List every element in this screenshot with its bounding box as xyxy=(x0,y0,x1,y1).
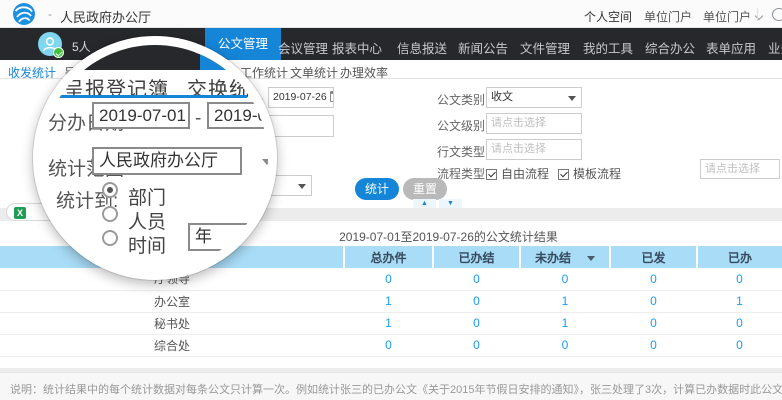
doc-type-label: 公文类别: xyxy=(437,91,488,108)
table-row: 秘书处 1 0 1 0 0 xyxy=(0,312,782,334)
col-sent: 已发 xyxy=(610,246,697,268)
stat-link[interactable]: 1 xyxy=(562,316,569,330)
stat-link[interactable]: 0 xyxy=(650,338,657,352)
dept-name: 综合处 xyxy=(0,334,344,356)
stat-link[interactable]: 0 xyxy=(650,316,657,330)
stat-link[interactable]: 0 xyxy=(473,338,480,352)
stat-link[interactable]: 0 xyxy=(562,338,569,352)
magnified-radio-time: 时间 xyxy=(128,231,166,258)
title-separator: - xyxy=(48,7,52,21)
stat-link[interactable]: 0 xyxy=(473,294,480,308)
nav-item-tools[interactable]: 我的工具 xyxy=(583,38,633,57)
calendar-icon xyxy=(330,91,334,102)
footnote: 说明：统计结果中的每个统计数据对每条公文只计算一次。例如统计张三的已办公文《关于… xyxy=(0,372,782,400)
stat-link[interactable]: 1 xyxy=(385,316,392,330)
collapse-up-icon[interactable]: ▲ xyxy=(413,199,436,208)
magnified-date-from: 2019-07-01 xyxy=(92,102,190,129)
magnified-tab-underline xyxy=(42,95,247,98)
col-open: 未办结 xyxy=(520,246,610,268)
stat-link[interactable]: 0 xyxy=(562,272,569,286)
date-to-input[interactable]: 2019-07-26 xyxy=(268,87,334,108)
stat-link[interactable]: 0 xyxy=(473,316,480,330)
reset-button[interactable]: 重置 xyxy=(403,178,447,200)
excel-icon: X xyxy=(14,207,26,219)
nav-item-meetings[interactable]: 会议管理 xyxy=(278,38,328,57)
stat-link[interactable]: 0 xyxy=(650,272,657,286)
portal-link-unit-2[interactable]: 单位门户 xyxy=(703,8,762,25)
col-closed: 已办结 xyxy=(433,246,520,268)
magnified-scope-value: 人民政府办公厅 xyxy=(92,147,242,175)
routing-type-label: 行文类型: xyxy=(437,143,488,160)
table-row: 综合处 0 0 0 0 0 xyxy=(0,334,782,356)
doc-type-select[interactable]: 收文 xyxy=(486,87,582,108)
col-total: 总办件 xyxy=(344,246,433,268)
stat-link[interactable]: 1 xyxy=(385,294,392,308)
panel-collapse-controls: ▲ ▼ xyxy=(413,199,462,208)
chevron-down-icon xyxy=(568,96,576,101)
magnified-radio-icon xyxy=(102,230,118,246)
nav-item-office[interactable]: 综合办公 xyxy=(645,38,695,57)
magnified-radio-person: 人员 xyxy=(128,207,166,234)
doc-level-input[interactable]: 请点击选择 xyxy=(486,113,582,134)
title-bar: - 人民政府办公厅 个人空间 单位门户 单位门户 xyxy=(0,0,782,28)
portal-link-unit-1[interactable]: 单位门户 xyxy=(644,8,692,25)
magnified-date-to: 2019-07-26 xyxy=(207,102,268,129)
stat-link[interactable]: 0 xyxy=(385,338,392,352)
nav-item-news[interactable]: 新闻公告 xyxy=(458,38,508,57)
stat-link[interactable]: 0 xyxy=(736,338,743,352)
stat-link[interactable]: 1 xyxy=(562,294,569,308)
nav-item-reports[interactable]: 报表中心 xyxy=(332,38,382,57)
flow-select-input[interactable]: 请点击选择 xyxy=(700,159,780,179)
routing-type-input[interactable]: 请点击选择 xyxy=(486,139,582,160)
magnifier-lens: 呈报登记簿交换统计工作统计 分办日期: 2019-07-01 - 2019-07… xyxy=(33,36,277,280)
app-logo-icon xyxy=(12,2,36,26)
stat-submit-button[interactable]: 统计 xyxy=(355,178,399,200)
magnified-radio-icon xyxy=(102,206,118,222)
dept-name: 办公室 xyxy=(0,290,344,312)
checkbox-free-flow[interactable]: 自由流程 xyxy=(486,165,549,182)
stat-link[interactable]: 0 xyxy=(736,316,743,330)
magnified-active-nav xyxy=(200,45,268,70)
magnified-radio-dept: 部门 xyxy=(128,183,166,210)
stat-link[interactable]: 1 xyxy=(736,294,743,308)
stat-link[interactable]: 0 xyxy=(385,272,392,286)
magnifier-content: 呈报登记簿交换统计工作统计 分办日期: 2019-07-01 - 2019-07… xyxy=(42,45,268,271)
flow-type-label: 流程类型: xyxy=(437,165,488,182)
stat-link[interactable]: 0 xyxy=(650,294,657,308)
portal-link-personal[interactable]: 个人空间 xyxy=(584,8,632,25)
checkbox-checked-icon xyxy=(486,169,497,180)
chevron-down-icon xyxy=(262,159,268,165)
collapse-down-icon[interactable]: ▼ xyxy=(439,199,462,208)
col-done: 已办 xyxy=(697,246,782,268)
nav-item-files[interactable]: 文件管理 xyxy=(520,38,570,57)
stat-link[interactable]: 0 xyxy=(736,272,743,286)
stat-link[interactable]: 0 xyxy=(473,272,480,286)
checkbox-checked-icon xyxy=(558,169,569,180)
magnified-date-sep: - xyxy=(195,108,201,130)
table-row: 办公室 1 0 1 0 1 xyxy=(0,290,782,312)
nav-item-business[interactable]: 业务系统 xyxy=(768,38,782,57)
magnified-radio-selected-icon xyxy=(102,182,118,198)
nav-item-info-submit[interactable]: 信息报送 xyxy=(397,38,447,57)
titlebar-divider xyxy=(757,8,758,21)
magnified-time-unit: 年 xyxy=(188,223,248,251)
search-icon[interactable] xyxy=(772,8,782,21)
chevron-down-icon xyxy=(298,184,306,189)
sort-caret-icon[interactable] xyxy=(587,256,595,261)
dept-name: 秘书处 xyxy=(0,312,344,334)
magnified-nav-strip xyxy=(42,45,268,70)
doc-level-label: 公文级别: xyxy=(437,117,488,134)
org-title: 人民政府办公厅 xyxy=(60,7,151,26)
nav-item-forms[interactable]: 表单应用 xyxy=(706,38,756,57)
checkbox-template-flow[interactable]: 模板流程 xyxy=(558,165,621,182)
